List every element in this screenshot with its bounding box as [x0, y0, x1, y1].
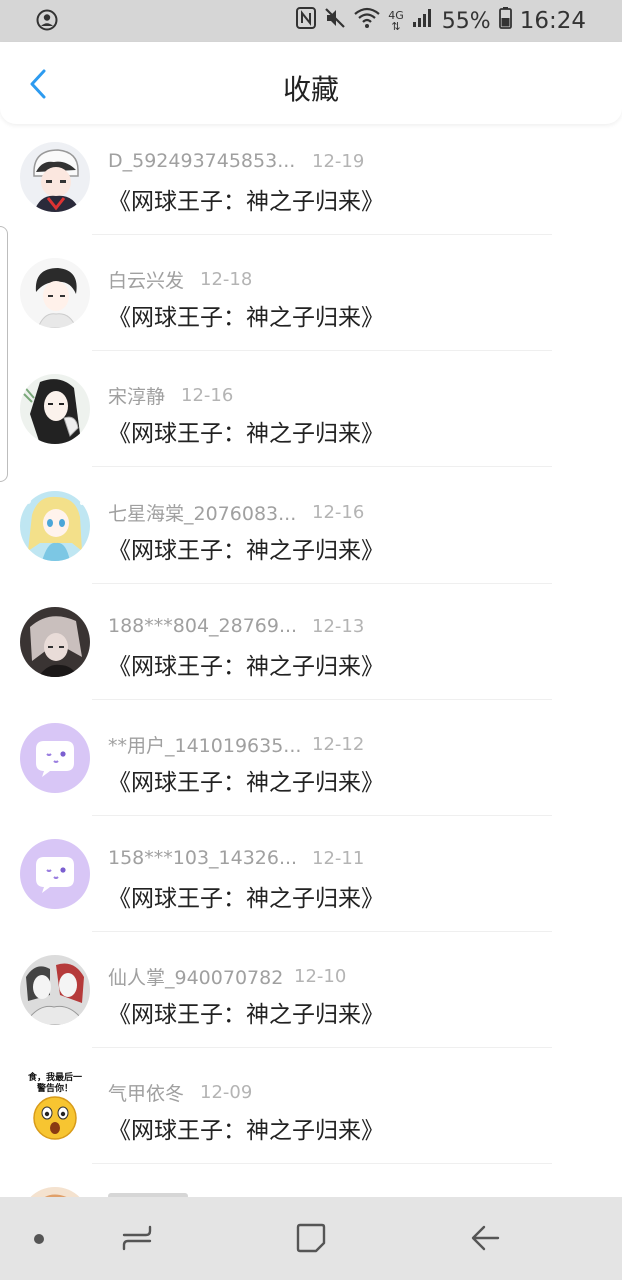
divider [92, 466, 552, 467]
divider [92, 583, 552, 584]
divider [92, 699, 552, 700]
edge-panel-handle[interactable] [0, 226, 8, 482]
book-title[interactable]: 《网球王子：神之子归来》 [108, 1111, 384, 1145]
username: 气甲依冬 [108, 1083, 185, 1105]
divider [92, 931, 552, 932]
item-meta: 158***103_14326... 12-11 [108, 847, 364, 869]
battery-icon [498, 7, 512, 35]
date: 12-10 [294, 966, 347, 987]
date: 12-12 [312, 734, 365, 755]
user-avatar[interactable] [20, 1187, 90, 1197]
status-bar: 4G ⇅ 55% 16:24 [0, 0, 622, 42]
shocked-face-icon [33, 1096, 77, 1140]
default-avatar-icon[interactable] [20, 839, 90, 909]
list-item[interactable]: 食，我最后一 警告你！ 气甲依冬 12-09 《网球王子：神之子归来》 [0, 1053, 622, 1169]
home-button[interactable] [294, 1221, 328, 1255]
item-meta: 七星海棠_2076083... 12-16 [108, 499, 364, 526]
user-avatar[interactable] [20, 258, 90, 328]
list-item[interactable]: 七星海棠_2076083... 12-16 《网球王子：神之子归来》 [0, 473, 622, 589]
page-title: 收藏 [282, 73, 339, 106]
recents-icon [122, 1225, 152, 1251]
username: 白云兴发 [108, 270, 185, 292]
user-avatar[interactable] [20, 142, 90, 212]
user-avatar[interactable] [20, 955, 90, 1025]
date: 12-16 [181, 385, 234, 406]
favorites-list[interactable]: D_592493745853... 12-19 《网球王子：神之子归来》 白云兴… [0, 124, 622, 1197]
date: 12-11 [312, 847, 365, 869]
user-avatar[interactable] [20, 607, 90, 677]
title-bar: 收藏 [0, 42, 622, 124]
item-meta: 188***804_28769... 12-13 [108, 615, 364, 637]
book-title[interactable]: 《网球王子：神之子归来》 [108, 879, 384, 913]
account-circle-icon [36, 9, 58, 35]
date: 12-19 [312, 150, 365, 172]
username: 仙人掌_940070782 [108, 967, 284, 989]
username: 七星海棠_2076083... [108, 503, 297, 525]
list-item[interactable]: 158***103_14326... 12-11 《网球王子：神之子归来》 [0, 821, 622, 937]
meme-caption: 食，我最后一 [27, 1073, 82, 1083]
mute-icon [324, 7, 346, 35]
date: 12-09 [200, 1082, 253, 1103]
item-meta: 仙人掌_940070782 12-10 [108, 963, 346, 990]
divider [92, 815, 552, 816]
user-avatar[interactable]: 食，我最后一 警告你！ [20, 1071, 90, 1141]
book-title[interactable]: 《网球王子：神之子归来》 [108, 763, 384, 797]
wifi-icon [354, 7, 380, 35]
book-title[interactable]: 《网球王子：神之子归来》 [108, 531, 384, 565]
user-avatar[interactable] [20, 491, 90, 561]
recents-button[interactable] [120, 1221, 154, 1255]
clock: 16:24 [519, 8, 586, 34]
item-meta: 气甲依冬 12-09 [108, 1079, 252, 1106]
list-item-partial[interactable] [0, 1169, 622, 1197]
list-item[interactable]: 188***804_28769... 12-13 《网球王子：神之子归来》 [0, 589, 622, 705]
nfc-icon [296, 7, 317, 35]
divider [92, 234, 552, 235]
divider [92, 1047, 552, 1048]
back-icon [471, 1225, 500, 1251]
username: 158***103_14326... [108, 847, 298, 869]
book-title[interactable]: 《网球王子：神之子归来》 [108, 182, 384, 216]
data-arrows-icon: ⇅ [391, 20, 401, 33]
user-avatar[interactable] [20, 374, 90, 444]
meme-caption: 警告你！ [36, 1084, 73, 1094]
username: 宋淳静 [108, 386, 166, 408]
dot-icon[interactable] [34, 1234, 44, 1244]
divider [92, 350, 552, 351]
network-type: 4G ⇅ [388, 10, 404, 32]
username: **用户_141019635... [108, 735, 302, 757]
list-item[interactable]: 仙人掌_940070782 12-10 《网球王子：神之子归来》 [0, 937, 622, 1053]
book-title[interactable]: 《网球王子：神之子归来》 [108, 995, 384, 1029]
date: 12-18 [200, 269, 253, 290]
signal-icon [412, 8, 434, 34]
book-title[interactable]: 《网球王子：神之子归来》 [108, 647, 384, 681]
date: 12-13 [312, 615, 365, 637]
item-meta: 白云兴发 12-18 [108, 266, 252, 293]
item-meta: 宋淳静 12-16 [108, 382, 233, 409]
book-title[interactable]: 《网球王子：神之子归来》 [108, 414, 384, 448]
username: D_592493745853... [108, 150, 296, 172]
battery-percent: 55% [441, 8, 491, 34]
back-nav-button[interactable] [468, 1221, 502, 1255]
divider [92, 1163, 552, 1164]
list-item[interactable]: 宋淳静 12-16 《网球王子：神之子归来》 [0, 356, 622, 472]
username: 188***804_28769... [108, 615, 298, 637]
default-avatar-icon[interactable] [20, 723, 90, 793]
list-item[interactable]: D_592493745853... 12-19 《网球王子：神之子归来》 [0, 124, 622, 240]
list-item[interactable]: **用户_141019635... 12-12 《网球王子：神之子归来》 [0, 705, 622, 821]
list-item[interactable]: 白云兴发 12-18 《网球王子：神之子归来》 [0, 240, 622, 356]
book-title[interactable]: 《网球王子：神之子归来》 [108, 298, 384, 332]
home-icon [296, 1223, 326, 1253]
item-meta: D_592493745853... 12-19 [108, 150, 364, 172]
system-nav-bar [0, 1197, 622, 1280]
item-meta: **用户_141019635... 12-12 [108, 731, 364, 758]
date: 12-16 [312, 502, 365, 523]
